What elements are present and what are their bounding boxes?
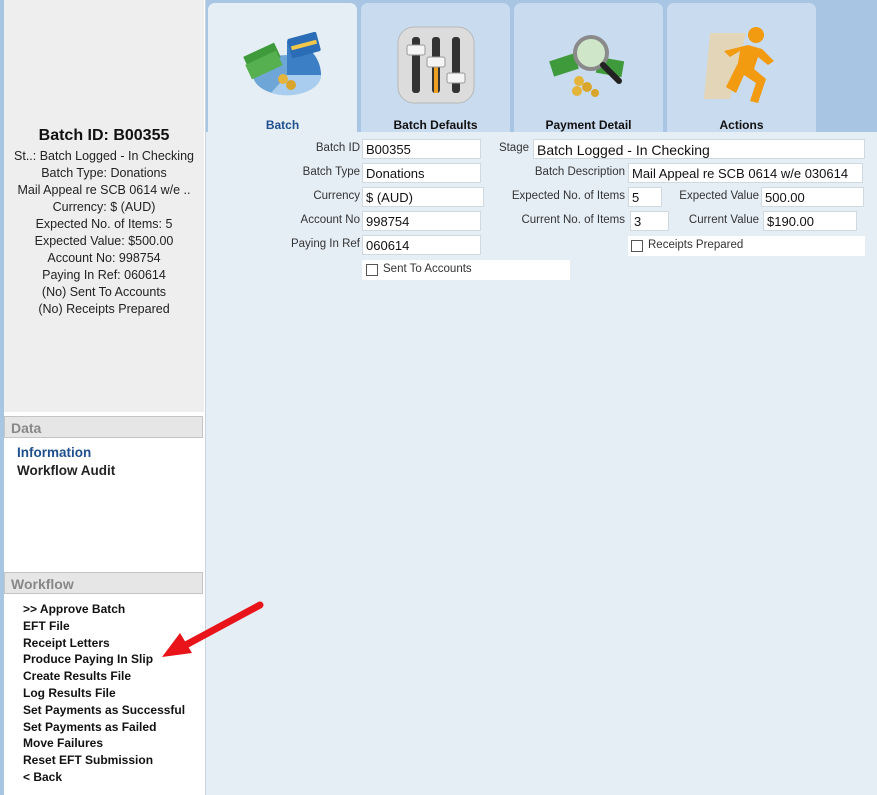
summary-expected-value: Expected Value: $500.00 bbox=[34, 234, 174, 248]
summary-batch-type: Batch Type: Donations bbox=[41, 166, 167, 180]
batch-description-label: Batch Description bbox=[534, 166, 625, 178]
expected-value-field[interactable]: 500.00 bbox=[761, 187, 864, 207]
paying-in-ref-label: Paying In Ref bbox=[290, 238, 360, 250]
batch-summary-panel: Batch ID: B00355 St..: Batch Logged - In… bbox=[4, 0, 204, 412]
account-no-field[interactable]: 998754 bbox=[362, 211, 481, 231]
tab-batch[interactable]: Batch bbox=[208, 3, 357, 132]
batch-form: Batch ID B00355 Batch Type Donations Cur… bbox=[206, 132, 877, 795]
batch-summary-title: Batch ID: B00355 bbox=[38, 127, 170, 144]
batch-description-field[interactable]: Mail Appeal re SCB 0614 w/e 030614 bbox=[628, 163, 863, 183]
summary-stage: St..: Batch Logged - In Checking bbox=[14, 149, 194, 163]
tab-batch-defaults-label: Batch Defaults bbox=[393, 118, 478, 132]
account-no-label: Account No bbox=[300, 214, 360, 226]
workflow-section-header: Workflow bbox=[4, 572, 203, 594]
expected-value-label: Expected Value bbox=[679, 190, 759, 202]
workflow-link-reset-eft-submission[interactable]: Reset EFT Submission bbox=[23, 752, 185, 769]
stage-field[interactable]: Batch Logged - In Checking bbox=[533, 139, 865, 159]
current-items-label: Current No. of Items bbox=[521, 214, 625, 226]
left-panel: Batch ID: B00355 St..: Batch Logged - In… bbox=[0, 0, 206, 795]
expected-items-field[interactable]: 5 bbox=[628, 187, 662, 207]
batch-type-label: Batch Type bbox=[302, 166, 360, 178]
workflow-link-log-results-file[interactable]: Log Results File bbox=[23, 685, 185, 702]
currency-label: Currency bbox=[313, 190, 360, 202]
current-value-field[interactable]: $190.00 bbox=[763, 211, 857, 231]
money-magnifier-icon bbox=[549, 35, 625, 97]
batch-type-field[interactable]: Donations bbox=[362, 163, 481, 183]
tab-actions[interactable]: Actions bbox=[667, 3, 816, 132]
receipts-prepared-checkbox[interactable] bbox=[631, 240, 643, 252]
batch-summary-lines: St..: Batch Logged - In Checking Batch T… bbox=[4, 148, 204, 318]
sent-to-accounts-label: Sent To Accounts bbox=[383, 263, 472, 275]
tab-batch-label: Batch bbox=[265, 118, 300, 132]
data-section-list: Information Workflow Audit bbox=[17, 444, 115, 480]
expected-items-label: Expected No. of Items bbox=[511, 190, 625, 202]
sent-to-accounts-checkbox[interactable] bbox=[366, 264, 378, 276]
batch-id-label: Batch ID bbox=[315, 142, 360, 154]
workflow-link-set-payments-successful[interactable]: Set Payments as Successful bbox=[23, 702, 185, 719]
tab-actions-label: Actions bbox=[719, 118, 764, 132]
summary-expected-items: Expected No. of Items: 5 bbox=[35, 217, 173, 231]
currency-select[interactable]: $ (AUD) bbox=[362, 187, 484, 207]
summary-description: Mail Appeal re SCB 0614 w/e .. bbox=[17, 183, 191, 197]
summary-paying-in-ref: Paying In Ref: 060614 bbox=[42, 268, 166, 282]
workflow-link-back[interactable]: < Back bbox=[23, 769, 185, 786]
paying-in-ref-field[interactable]: 060614 bbox=[362, 235, 481, 255]
current-value-label: Current Value bbox=[688, 214, 759, 226]
running-man-icon bbox=[704, 27, 774, 103]
red-annotation-arrow bbox=[162, 601, 264, 657]
tab-batch-defaults[interactable]: Batch Defaults bbox=[361, 3, 510, 132]
batch-id-field[interactable]: B00355 bbox=[362, 139, 481, 159]
summary-account-no: Account No: 998754 bbox=[47, 251, 161, 265]
workflow-link-create-results-file[interactable]: Create Results File bbox=[23, 668, 185, 685]
tab-payment-detail-label: Payment Detail bbox=[545, 118, 632, 132]
workflow-link-set-payments-failed[interactable]: Set Payments as Failed bbox=[23, 719, 185, 736]
stage-label: Stage bbox=[498, 142, 529, 154]
current-items-field[interactable]: 3 bbox=[630, 211, 669, 231]
money-credit-card-pie-icon bbox=[243, 31, 322, 96]
mixer-sliders-icon bbox=[397, 26, 475, 104]
summary-receipts-prepared: (No) Receipts Prepared bbox=[38, 302, 170, 316]
summary-currency: Currency: $ (AUD) bbox=[52, 200, 156, 214]
data-link-information[interactable]: Information bbox=[17, 444, 115, 462]
data-link-workflow-audit[interactable]: Workflow Audit bbox=[17, 462, 115, 480]
workflow-link-move-failures[interactable]: Move Failures bbox=[23, 735, 185, 752]
data-section-header: Data bbox=[4, 416, 203, 438]
tab-payment-detail[interactable]: Payment Detail bbox=[514, 3, 663, 132]
receipts-prepared-label: Receipts Prepared bbox=[648, 239, 744, 251]
summary-sent-to-accounts: (No) Sent To Accounts bbox=[41, 285, 167, 299]
tab-bar: Batch Batch Defaults Payment Detail Acti… bbox=[206, 0, 877, 132]
